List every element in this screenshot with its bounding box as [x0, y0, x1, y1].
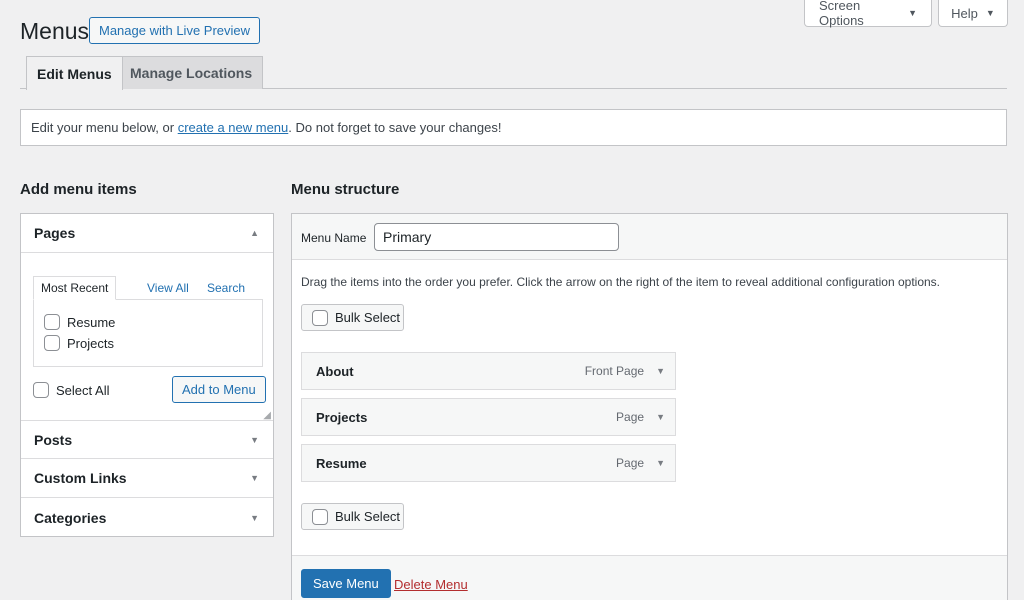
bulk-select-checkbox[interactable] [312, 508, 328, 525]
expand-arrow-icon[interactable]: ▼ [656, 366, 665, 376]
manage-live-preview-button[interactable]: Manage with Live Preview [89, 17, 261, 44]
list-item[interactable]: Projects [44, 335, 114, 351]
caret-down-icon: ▼ [250, 434, 259, 445]
notice-text-before: Edit your menu below, or [31, 120, 175, 135]
menu-management-box: Menu Name Primary Drag the items into th… [291, 213, 1008, 600]
screen-options-button[interactable]: Screen Options ▼ [804, 0, 932, 28]
menu-item-resume[interactable]: Resume Page ▼ [301, 444, 676, 482]
menu-item-about[interactable]: About Front Page ▼ [301, 352, 676, 390]
help-label: Help [951, 5, 978, 21]
delete-menu-link[interactable]: Delete Menu [394, 577, 468, 592]
list-item[interactable]: Resume [44, 314, 115, 330]
create-new-menu-link[interactable]: create a new menu [178, 120, 289, 135]
save-menu-button[interactable]: Save Menu [301, 569, 391, 598]
tab-manage-locations[interactable]: Manage Locations [119, 56, 264, 89]
expand-arrow-icon[interactable]: ▼ [656, 412, 665, 422]
menu-item-title: About [316, 363, 354, 379]
menu-structure-heading: Menu structure [291, 181, 400, 198]
select-all-checkbox[interactable] [33, 382, 49, 398]
menu-item-type: Page [616, 410, 645, 424]
bulk-select-checkbox[interactable] [312, 309, 328, 326]
section-posts-label: Posts [34, 431, 73, 448]
menu-item-type: Page [616, 456, 645, 470]
menu-footer: Save Menu Delete Menu [292, 555, 1007, 600]
bulk-select-label: Bulk Select [335, 310, 401, 325]
caret-down-icon: ▼ [985, 8, 995, 18]
drag-instructions: Drag the items into the order you prefer… [301, 275, 941, 289]
caret-down-icon: ▼ [250, 512, 259, 523]
menu-item-type: Front Page [584, 364, 645, 378]
caret-down-icon: ▼ [250, 473, 259, 483]
checkbox[interactable] [44, 314, 60, 330]
menu-header: Menu Name Primary [292, 214, 1007, 260]
help-button[interactable]: Help ▼ [938, 0, 1008, 27]
caret-up-icon: ▲ [250, 228, 259, 238]
add-menu-items-accordion: Pages ▲ Most Recent View All Search Resu… [20, 213, 274, 537]
tab-edit-menus[interactable]: Edit Menus [26, 56, 123, 90]
menu-item-title: Resume [316, 455, 367, 471]
add-to-menu-button[interactable]: Add to Menu [172, 376, 266, 403]
bulk-select-button-top[interactable]: Bulk Select [301, 304, 404, 331]
menu-name-label: Menu Name [301, 231, 367, 245]
section-posts-header[interactable]: Posts ▼ [21, 420, 273, 459]
select-all-row[interactable]: Select All [33, 382, 109, 398]
notice-text-after: . Do not forget to save your changes! [288, 120, 502, 135]
section-custom-links-header[interactable]: Custom Links ▼ [21, 459, 273, 498]
menu-name-input[interactable]: Primary [374, 223, 619, 251]
menu-item-projects[interactable]: Projects Page ▼ [301, 398, 676, 436]
section-custom-links-label: Custom Links [34, 470, 127, 486]
tab-most-recent[interactable]: Most Recent [33, 276, 117, 300]
section-categories-label: Categories [34, 509, 107, 526]
section-categories-header[interactable]: Categories ▼ [21, 498, 273, 537]
pages-list-panel: Resume Projects [33, 299, 263, 367]
caret-down-icon: ▼ [908, 8, 917, 18]
screen-options-label: Screen Options [819, 0, 864, 28]
bulk-select-label: Bulk Select [335, 509, 401, 524]
checkbox[interactable] [44, 335, 60, 351]
section-pages-label: Pages [34, 225, 76, 241]
edit-notice: Edit your menu below, or create a new me… [20, 109, 1007, 146]
section-pages-header[interactable]: Pages ▲ [21, 214, 273, 253]
page-label-resume: Resume [67, 314, 116, 330]
bulk-select-button-bottom[interactable]: Bulk Select [301, 503, 404, 530]
tab-view-all[interactable]: View All [147, 276, 189, 300]
add-menu-items-heading: Add menu items [20, 181, 137, 198]
tab-search[interactable]: Search [207, 276, 245, 300]
page-label-projects: Projects [67, 335, 114, 351]
page-title: Menus [20, 18, 90, 44]
menu-item-title: Projects [316, 409, 368, 425]
select-all-label: Select All [56, 382, 110, 398]
expand-arrow-icon[interactable]: ▼ [656, 458, 665, 468]
